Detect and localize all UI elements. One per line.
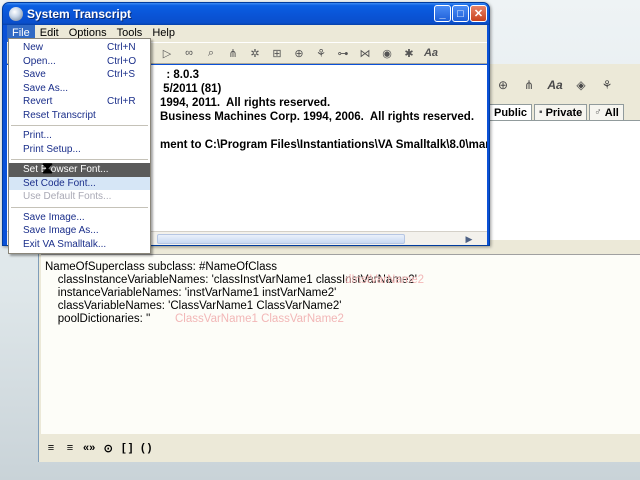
paint-icon[interactable]: ◈ [573, 77, 589, 93]
browser-toolbar: ⊕ ⋔ Aa ◈ ⚘ [489, 72, 640, 98]
tab-all-label: All [604, 106, 619, 119]
menu-item-label: Print Setup... [23, 143, 81, 155]
window-title: System Transcript [27, 7, 132, 21]
file-menu-item-save-image-as[interactable]: Save Image As... [9, 224, 150, 238]
menu-item-label: Set Code Font... [23, 177, 96, 189]
tree-icon[interactable]: ⚘ [313, 45, 329, 61]
tree-icon[interactable]: ⚘ [599, 77, 615, 93]
scrollbar-thumb[interactable] [157, 234, 405, 244]
code-ghost-text: dInstVarName2 [345, 274, 425, 286]
file-menu-item-print[interactable]: Print... [9, 129, 150, 143]
menu-item-label: Save Image As... [23, 225, 99, 236]
code-ghost-text: ClassVarName1 ClassVarName2 [175, 313, 344, 325]
graph-icon[interactable]: ⋈ [357, 45, 373, 61]
menu-item-shortcut: Ctrl+O [107, 55, 137, 67]
title-bar[interactable]: System Transcript _ □ ✕ [3, 3, 489, 25]
code-line: NameOfSuperclass subclass: #NameOfClass [45, 261, 277, 273]
file-menu-item-new[interactable]: New Ctrl+N [9, 41, 150, 55]
code-line: instanceVariableNames: 'instVarName1 ins… [45, 287, 337, 299]
references-icon[interactable]: ⊶ [335, 45, 351, 61]
classes-icon[interactable]: ⊕ [291, 45, 307, 61]
inspect-icon[interactable]: ∞ [181, 45, 197, 61]
code-line: classVariableNames: 'ClassVarName1 Class… [45, 300, 342, 312]
file-menu-item-set-browser-font[interactable]: Set Browser Font... [9, 163, 150, 177]
file-menu-item-reset-transcript[interactable]: Reset Transcript [9, 109, 150, 123]
methods-icon[interactable]: ⊞ [269, 45, 285, 61]
file-menu-item-print-setup[interactable]: Print Setup... [9, 143, 150, 157]
menu-item-label: Save Image... [23, 211, 85, 223]
tab-all[interactable]: ♂ All [589, 104, 624, 120]
menu-item-shortcut: Ctrl+N [107, 42, 136, 53]
browse-icon[interactable]: ⊕ [495, 77, 511, 93]
menu-item-label: Save As... [23, 82, 69, 94]
menu-separator [9, 204, 150, 211]
file-menu-item-save[interactable]: Save Ctrl+S [9, 68, 150, 82]
file-menu-dropdown: New Ctrl+N Open... Ctrl+O Save Ctrl+S Save As.… [8, 38, 151, 254]
menu-item-shortcut: Ctrl+S [107, 69, 136, 80]
minimize-button[interactable]: _ [434, 5, 451, 22]
tab-private-label: Private [545, 106, 583, 119]
menu-item-label: Set Browser Font... [23, 164, 109, 175]
code-editor[interactable]: NameOfSuperclass subclass: #NameOfClass … [41, 254, 640, 434]
indent-icon[interactable]: ≡ [45, 442, 57, 454]
find-icon[interactable]: ⌕ [203, 45, 219, 61]
stop-icon[interactable]: ◉ [379, 45, 395, 61]
hierarchy-icon[interactable]: ⋔ [521, 77, 537, 93]
menu-separator [9, 122, 150, 129]
close-button[interactable]: ✕ [470, 5, 487, 22]
hierarchy-icon[interactable]: ⋔ [225, 45, 241, 61]
app-icon[interactable] [9, 7, 23, 21]
lock-icon: ▪ [539, 107, 543, 118]
maximize-button[interactable]: □ [452, 5, 469, 22]
font-icon[interactable]: Aa [547, 77, 563, 93]
file-menu-item-use-default-fonts: Use Default Fonts... [9, 190, 150, 204]
file-menu-item-save-image[interactable]: Save Image... [9, 211, 150, 225]
menu-item-label: Open... [23, 55, 56, 67]
menu-item-label: Exit VA Smalltalk... [23, 238, 107, 250]
file-menu-item-revert[interactable]: Revert Ctrl+R [9, 95, 150, 109]
menu-item-label: Use Default Fonts... [23, 191, 112, 202]
menu-item-label: Reset Transcript [23, 109, 96, 121]
file-menu-item-exit-va-smalltalk[interactable]: Exit VA Smalltalk... [9, 238, 150, 252]
menu-help[interactable]: Help [147, 25, 180, 42]
brackets-icon[interactable]: [ ] [121, 442, 133, 454]
outdent-icon[interactable]: ≡ [64, 442, 76, 454]
menu-item-label: Revert [23, 96, 53, 107]
bug-icon[interactable]: ✱ [401, 45, 417, 61]
menu-item-shortcut: Ctrl+R [107, 96, 136, 107]
all-icon: ♂ [594, 107, 602, 118]
comment-icon[interactable]: «» [83, 442, 95, 454]
menu-separator [9, 156, 150, 163]
format-icon[interactable]: ⊙ [102, 442, 114, 455]
tab-public-label: Public [494, 106, 528, 119]
hourglass-cursor-icon: ⧗ [41, 160, 54, 177]
tab-private[interactable]: ▪ Private [534, 104, 588, 120]
menu-item-label: Save [23, 69, 46, 80]
menu-item-label: New [23, 42, 44, 53]
code-line: classInstanceVariableNames: 'classInstVa… [45, 274, 417, 286]
file-menu-item-set-code-font[interactable]: Set Code Font... [9, 176, 150, 190]
run-icon[interactable]: ▷ [159, 45, 175, 61]
code-toolbar: ≡ ≡ «» ⊙ [ ] ( ) [41, 436, 640, 460]
font-icon[interactable]: Aa [423, 45, 439, 61]
file-menu-item-open[interactable]: Open... Ctrl+O [9, 55, 150, 69]
method-list-pane[interactable] [489, 120, 640, 240]
parens-icon[interactable]: ( ) [140, 442, 152, 454]
scroll-right-icon[interactable]: ▶ [463, 233, 475, 245]
visibility-tabs: Public ▪ Private ♂ All [489, 104, 640, 120]
debug-icon[interactable]: ✲ [247, 45, 263, 61]
file-menu-item-save-as[interactable]: Save As... [9, 82, 150, 96]
tab-public[interactable]: Public [489, 104, 533, 120]
menu-item-label: Print... [23, 130, 52, 141]
